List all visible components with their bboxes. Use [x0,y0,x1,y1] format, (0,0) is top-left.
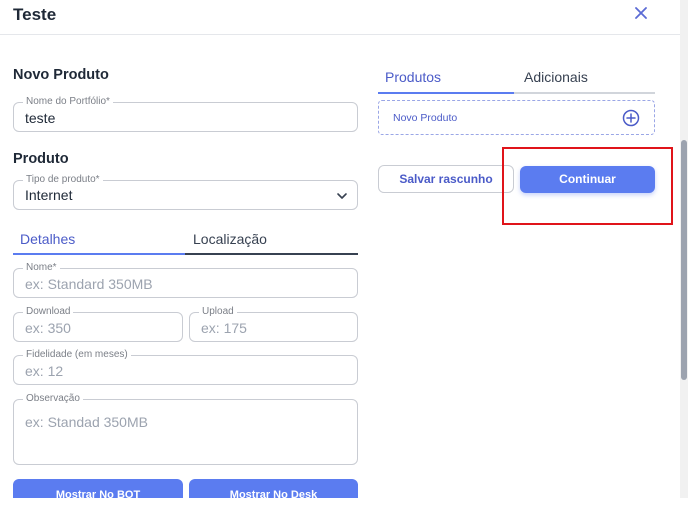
download-placeholder: ex: 350 [25,320,71,336]
nome-field[interactable]: Nome* ex: Standard 350MB [13,262,358,298]
modal-title: Teste [13,5,57,24]
observacao-textarea[interactable]: Observação ex: Standad 350MB [13,393,358,465]
portfolio-name-value: teste [25,110,56,126]
salvar-rascunho-button[interactable]: Salvar rascunho [378,165,514,193]
tab-adicionais[interactable]: Adicionais [524,69,588,85]
upload-placeholder: ex: 175 [201,320,247,336]
scrollbar[interactable] [680,0,688,498]
tab-detalhes[interactable]: Detalhes [20,231,75,247]
portfolio-name-label: Nome do Portfólio* [23,96,113,108]
product-modal: Teste Novo Produto Nome do Portfólio* te… [0,0,680,501]
upload-label: Upload [199,306,237,318]
download-label: Download [23,306,74,318]
fidelidade-label: Fidelidade (em meses) [23,349,131,361]
download-field[interactable]: Download ex: 350 [13,306,183,342]
fidelidade-placeholder: ex: 12 [25,363,64,379]
nome-placeholder: ex: Standard 350MB [25,276,153,292]
tab-detalhes-indicator [13,253,185,255]
add-circle-icon[interactable] [622,109,640,127]
tipo-produto-select[interactable]: Tipo de produto* Internet [13,174,358,210]
close-icon[interactable] [632,4,650,22]
tab-localizacao[interactable]: Localização [193,231,267,247]
tab-produtos-indicator [378,92,514,94]
novo-produto-item-label: Novo Produto [393,112,458,124]
modal-header: Teste [0,0,680,35]
mostrar-no-desk-button[interactable]: Mostrar No Desk [189,479,358,501]
tab-produtos[interactable]: Produtos [385,69,441,85]
portfolio-name-field[interactable]: Nome do Portfólio* teste [13,96,358,132]
observacao-label: Observação [23,393,83,405]
nome-label: Nome* [23,262,60,274]
produto-heading: Produto [13,151,69,167]
continuar-button[interactable]: Continuar [520,166,655,193]
chevron-down-icon [337,193,347,199]
observacao-placeholder: ex: Standad 350MB [25,414,148,430]
novo-produto-heading: Novo Produto [13,67,109,83]
fidelidade-field[interactable]: Fidelidade (em meses) ex: 12 [13,349,358,385]
tipo-produto-label: Tipo de produto* [23,174,103,186]
tipo-produto-value: Internet [25,187,73,203]
novo-produto-item[interactable]: Novo Produto [378,100,655,135]
upload-field[interactable]: Upload ex: 175 [189,306,358,342]
scrollbar-thumb[interactable] [681,140,687,380]
mostrar-no-bot-button[interactable]: Mostrar No BOT [13,479,183,501]
